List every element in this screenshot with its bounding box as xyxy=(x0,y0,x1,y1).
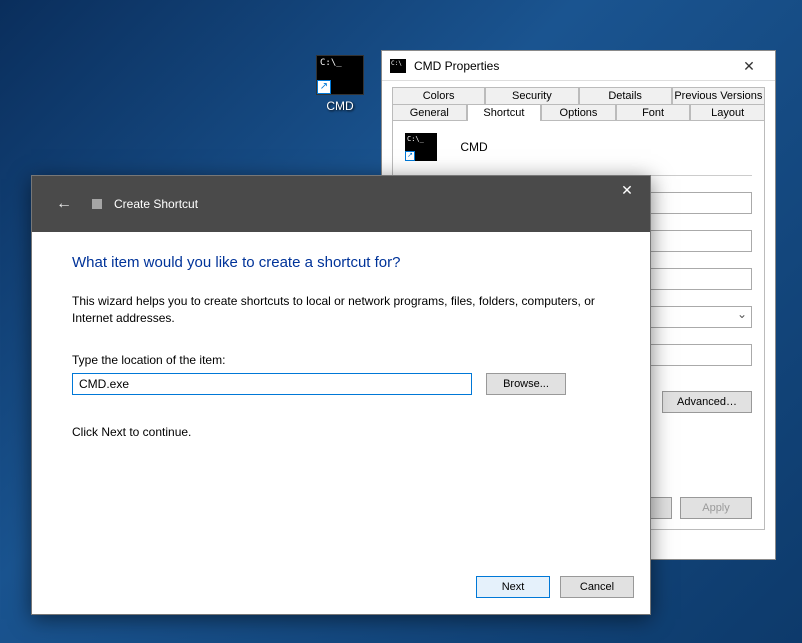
tab-colors[interactable]: Colors xyxy=(392,87,485,104)
location-label: Type the location of the item: xyxy=(72,353,610,367)
properties-titlebar[interactable]: CMD Properties ✕ xyxy=(382,51,775,81)
wizard-description: This wizard helps you to create shortcut… xyxy=(72,293,610,327)
create-shortcut-wizard: ← Create Shortcut ✕ What item would you … xyxy=(31,175,651,615)
tab-previous-versions[interactable]: Previous Versions xyxy=(672,87,765,104)
desktop-shortcut-cmd[interactable]: ↗ CMD xyxy=(310,55,370,113)
properties-title: CMD Properties xyxy=(414,59,729,73)
wizard-title: Create Shortcut xyxy=(114,197,198,211)
close-button[interactable]: ✕ xyxy=(604,176,650,206)
wizard-titlebar[interactable]: ← Create Shortcut ✕ xyxy=(32,176,650,232)
advanced-button[interactable]: Advanced… xyxy=(662,391,752,413)
cmd-icon: ↗ xyxy=(405,133,437,161)
close-button[interactable]: ✕ xyxy=(729,53,769,79)
desktop-shortcut-label: CMD xyxy=(310,99,370,113)
cmd-titlebar-icon xyxy=(390,59,406,73)
properties-tabs: Colors Security Details Previous Version… xyxy=(392,87,765,121)
back-button[interactable]: ← xyxy=(56,195,72,213)
tab-security[interactable]: Security xyxy=(485,87,578,104)
shortcut-overlay-icon: ↗ xyxy=(317,80,331,94)
browse-button[interactable]: Browse... xyxy=(486,373,566,395)
next-button[interactable]: Next xyxy=(476,576,550,598)
tab-shortcut[interactable]: Shortcut xyxy=(467,104,542,121)
cmd-icon: ↗ xyxy=(316,55,364,95)
wizard-title-icon xyxy=(92,199,102,209)
tab-font[interactable]: Font xyxy=(616,104,691,121)
tab-details[interactable]: Details xyxy=(579,87,672,104)
cancel-button[interactable]: Cancel xyxy=(560,576,634,598)
wizard-heading: What item would you like to create a sho… xyxy=(72,254,610,271)
location-input[interactable] xyxy=(72,373,472,395)
tab-options[interactable]: Options xyxy=(541,104,616,121)
wizard-hint: Click Next to continue. xyxy=(72,425,610,439)
apply-button: Apply xyxy=(680,497,752,519)
shortcut-name: CMD xyxy=(460,140,487,154)
tab-layout[interactable]: Layout xyxy=(690,104,765,121)
tab-general[interactable]: General xyxy=(392,104,467,121)
